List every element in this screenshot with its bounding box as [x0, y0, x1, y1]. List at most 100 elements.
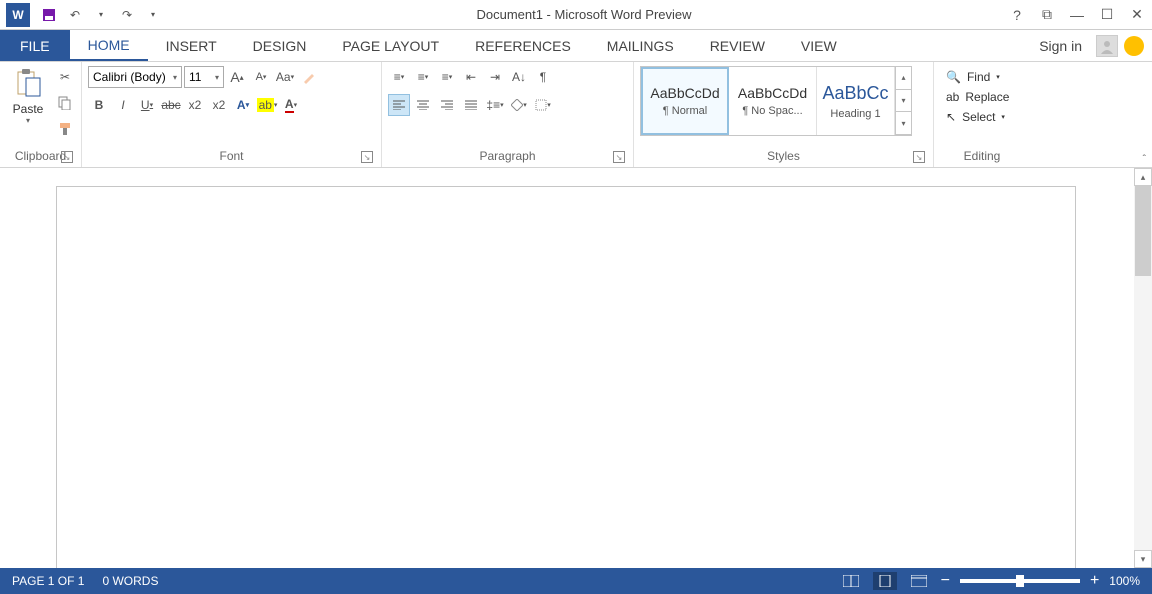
justify-icon[interactable]: [460, 94, 482, 116]
underline-icon[interactable]: U▾: [136, 94, 158, 116]
clear-formatting-icon[interactable]: [298, 66, 320, 88]
user-avatar-icon[interactable]: [1096, 35, 1118, 57]
find-icon: 🔍: [946, 70, 961, 84]
bold-icon[interactable]: B: [88, 94, 110, 116]
strikethrough-icon[interactable]: abc: [160, 94, 182, 116]
group-styles: AaBbCcDd ¶ Normal AaBbCcDd ¶ No Spac... …: [634, 62, 934, 167]
tab-view[interactable]: VIEW: [783, 30, 855, 61]
style-normal[interactable]: AaBbCcDd ¶ Normal: [641, 67, 729, 135]
select-label: Select: [962, 110, 995, 124]
align-right-icon[interactable]: [436, 94, 458, 116]
select-button[interactable]: ↖Select▾: [946, 110, 1009, 124]
minimize-icon[interactable]: —: [1062, 0, 1092, 30]
styles-launcher-icon[interactable]: ↘: [913, 151, 925, 163]
multilevel-list-icon[interactable]: ≡▾: [436, 66, 458, 88]
zoom-out-button[interactable]: −: [941, 572, 950, 590]
find-button[interactable]: 🔍Find▾: [946, 70, 1009, 84]
scroll-up-icon[interactable]: ▴: [1134, 168, 1152, 186]
zoom-level-label[interactable]: 100%: [1109, 574, 1140, 588]
decrease-indent-icon[interactable]: ⇤: [460, 66, 482, 88]
paste-label: Paste: [13, 102, 44, 116]
numbering-icon[interactable]: ≡▾: [412, 66, 434, 88]
tab-file[interactable]: FILE: [0, 30, 70, 61]
shading-icon[interactable]: ▾: [508, 94, 530, 116]
paste-button[interactable]: Paste ▾: [6, 66, 50, 127]
style-heading-1[interactable]: AaBbCc Heading 1: [817, 67, 895, 135]
collapse-ribbon-icon[interactable]: ˆ: [1143, 154, 1146, 165]
bullets-icon[interactable]: ≡▾: [388, 66, 410, 88]
borders-icon[interactable]: ▾: [532, 94, 554, 116]
document-page[interactable]: [56, 186, 1076, 568]
change-case-icon[interactable]: Aa▾: [274, 66, 296, 88]
scroll-down-icon[interactable]: ▾: [1134, 550, 1152, 568]
line-spacing-icon[interactable]: ‡≡▾: [484, 94, 506, 116]
copy-icon[interactable]: [54, 92, 76, 114]
show-hide-icon[interactable]: ¶: [532, 66, 554, 88]
grow-font-icon[interactable]: A▴: [226, 66, 248, 88]
zoom-in-button[interactable]: +: [1090, 572, 1099, 590]
ribbon-display-options-icon[interactable]: ⧉: [1032, 0, 1062, 30]
undo-dropdown-icon[interactable]: ▾: [92, 6, 110, 24]
sign-in-link[interactable]: Sign in: [1031, 38, 1090, 54]
zoom-slider[interactable]: [960, 579, 1080, 583]
status-bar: PAGE 1 OF 1 0 WORDS − + 100%: [0, 568, 1152, 594]
tab-review[interactable]: REVIEW: [692, 30, 783, 61]
styles-down-icon[interactable]: ▾: [896, 90, 911, 113]
close-icon[interactable]: ✕: [1122, 0, 1152, 30]
format-painter-icon[interactable]: [54, 118, 76, 140]
paste-dropdown-icon[interactable]: ▾: [26, 116, 30, 125]
feedback-smiley-icon[interactable]: [1124, 36, 1144, 56]
page-count-label[interactable]: PAGE 1 OF 1: [12, 574, 84, 588]
styles-group-label: Styles: [767, 149, 800, 163]
word-count-label[interactable]: 0 WORDS: [102, 574, 158, 588]
cut-icon[interactable]: ✂: [54, 66, 76, 88]
tab-references[interactable]: REFERENCES: [457, 30, 589, 61]
tab-home[interactable]: HOME: [70, 30, 148, 61]
tab-mailings[interactable]: MAILINGS: [589, 30, 692, 61]
quick-access-toolbar: ↶ ▾ ↷ ▾: [36, 6, 166, 24]
style-name: ¶ No Spac...: [742, 105, 802, 117]
align-left-icon[interactable]: [388, 94, 410, 116]
paragraph-group-label: Paragraph: [479, 149, 535, 163]
undo-icon[interactable]: ↶: [66, 6, 84, 24]
increase-indent-icon[interactable]: ⇥: [484, 66, 506, 88]
tab-page-layout[interactable]: PAGE LAYOUT: [324, 30, 457, 61]
find-label: Find: [967, 70, 990, 84]
font-size-selector[interactable]: 11▾: [184, 66, 224, 88]
style-no-spacing[interactable]: AaBbCcDd ¶ No Spac...: [729, 67, 817, 135]
help-icon[interactable]: ?: [1002, 0, 1032, 30]
superscript-icon[interactable]: x2: [208, 94, 230, 116]
font-launcher-icon[interactable]: ↘: [361, 151, 373, 163]
tab-design[interactable]: DESIGN: [235, 30, 325, 61]
subscript-icon[interactable]: x2: [184, 94, 206, 116]
replace-button[interactable]: abReplace: [946, 90, 1009, 104]
title-bar: W ↶ ▾ ↷ ▾ Document1 - Microsoft Word Pre…: [0, 0, 1152, 30]
sort-icon[interactable]: A↓: [508, 66, 530, 88]
text-effects-icon[interactable]: A▾: [232, 94, 254, 116]
font-size-value: 11: [189, 70, 201, 84]
print-layout-icon[interactable]: [873, 572, 897, 590]
clipboard-launcher-icon[interactable]: ↘: [61, 151, 73, 163]
window-title: Document1 - Microsoft Word Preview: [166, 7, 1002, 22]
maximize-icon[interactable]: ☐: [1092, 0, 1122, 30]
qat-customize-icon[interactable]: ▾: [144, 6, 162, 24]
shrink-font-icon[interactable]: A▾: [250, 66, 272, 88]
tab-insert[interactable]: INSERT: [148, 30, 235, 61]
font-name-value: Calibri (Body): [93, 70, 166, 84]
clipboard-group-label: Clipboard: [15, 149, 66, 163]
scroll-thumb[interactable]: [1135, 186, 1151, 276]
font-group-label: Font: [219, 149, 243, 163]
save-icon[interactable]: [40, 6, 58, 24]
redo-icon[interactable]: ↷: [118, 6, 136, 24]
italic-icon[interactable]: I: [112, 94, 134, 116]
paragraph-launcher-icon[interactable]: ↘: [613, 151, 625, 163]
app-icon: W: [6, 3, 30, 27]
highlight-icon[interactable]: ab▾: [256, 94, 278, 116]
styles-up-icon[interactable]: ▴: [896, 67, 911, 90]
styles-more-icon[interactable]: ▾: [896, 112, 911, 135]
read-mode-icon[interactable]: [839, 572, 863, 590]
web-layout-icon[interactable]: [907, 572, 931, 590]
font-color-icon[interactable]: A▾: [280, 94, 302, 116]
align-center-icon[interactable]: [412, 94, 434, 116]
font-name-selector[interactable]: Calibri (Body)▾: [88, 66, 182, 88]
